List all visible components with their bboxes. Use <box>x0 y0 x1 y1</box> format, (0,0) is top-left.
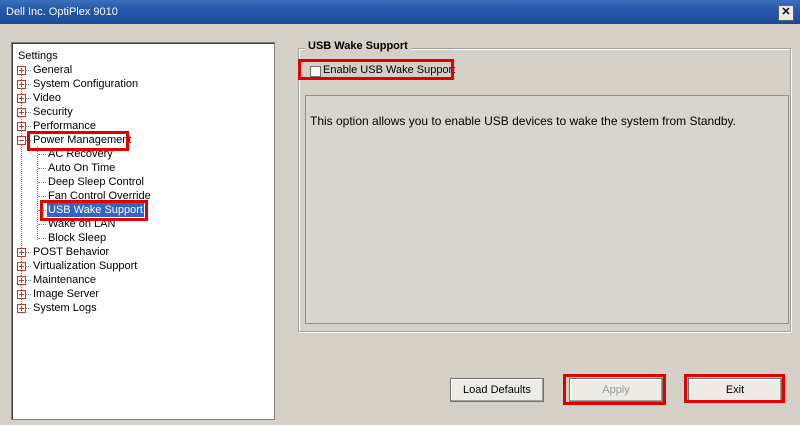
expand-icon[interactable] <box>17 94 26 103</box>
highlight-box-apply <box>563 374 666 405</box>
window-title: Dell Inc. OptiPlex 9010 <box>6 6 118 18</box>
highlight-box-checkbox <box>298 59 454 80</box>
expand-icon[interactable] <box>17 108 26 117</box>
expand-icon[interactable] <box>17 66 26 75</box>
expand-icon[interactable] <box>17 304 26 313</box>
tree-connector <box>37 147 38 240</box>
highlight-box-exit <box>684 374 785 403</box>
expand-icon[interactable] <box>17 122 26 131</box>
highlight-box-power-management <box>27 131 129 151</box>
expand-icon[interactable] <box>17 276 26 285</box>
collapse-icon[interactable] <box>17 136 26 145</box>
tree-root-settings: Settings <box>18 50 58 62</box>
description-panel: This option allows you to enable USB dev… <box>305 95 789 324</box>
description-text: This option allows you to enable USB dev… <box>310 114 736 128</box>
expand-icon[interactable] <box>17 290 26 299</box>
window-titlebar: Dell Inc. OptiPlex 9010 ✕ <box>0 0 800 24</box>
settings-tree[interactable]: Settings General System Configuration Vi… <box>11 42 275 420</box>
expand-icon[interactable] <box>17 262 26 271</box>
group-title: USB Wake Support <box>305 40 411 52</box>
highlight-box-usb-wake-support <box>40 200 148 221</box>
load-defaults-button[interactable]: Load Defaults <box>450 378 544 402</box>
expand-icon[interactable] <box>17 80 26 89</box>
expand-icon[interactable] <box>17 248 26 257</box>
close-icon: ✕ <box>781 6 791 18</box>
close-button[interactable]: ✕ <box>778 5 794 21</box>
